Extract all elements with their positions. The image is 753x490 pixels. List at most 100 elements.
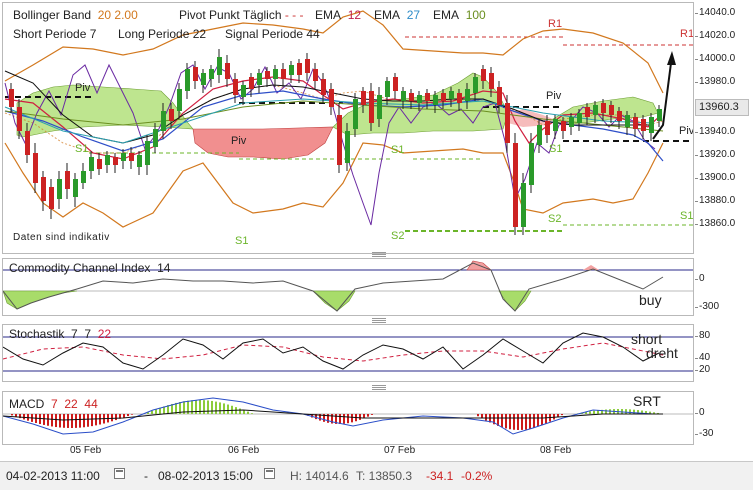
macd-histogram-bar [63,414,65,428]
macd-histogram-bar [525,414,527,430]
macd-histogram-bar [219,402,221,414]
macd-histogram-bar [59,414,61,427]
label-r1-b: R1 [680,28,694,40]
low-value: T: 13850.3 [356,469,412,483]
macd-histogram-bar [43,414,45,425]
macd-histogram-bar [509,414,511,429]
macd-histogram-bar [529,414,531,429]
macd-histogram-bar [485,414,487,421]
macd-histogram-bar [75,414,77,428]
axis-label: 0 [699,407,705,418]
legend-long: Long Periode 22 [118,27,206,41]
macd-histogram-bar [501,414,503,427]
calendar-icon[interactable] [264,468,275,479]
legend-ema-100: EMA 100 [433,8,486,22]
macd-histogram-bar [123,414,125,417]
macd-histogram-bar [211,401,213,414]
macd-histogram-bar [517,414,519,430]
axis-label: 14040.0 [699,7,735,18]
label-piv-b: Piv [231,135,246,147]
axis-label: 13880.0 [699,195,735,206]
legend-signal: Signal Periode 44 [225,27,320,41]
macd-histogram-bar [79,414,81,428]
macd-histogram-bar [247,412,249,414]
macd-histogram-bar [223,403,225,414]
cloud-red-piv [193,127,333,159]
date-label: 08 Feb [540,445,571,456]
main-price-axis: 14040.0 14020.0 14000.0 13980.0 13940.0 … [695,2,753,254]
stochastic-panel[interactable]: Stochastik 7 7 22 short dreht [2,324,694,382]
label-s2-a: S2 [548,213,561,225]
panel-resize-handle[interactable] [372,385,386,390]
macd-histogram-bar [111,414,113,421]
label-s2-b: S2 [391,230,404,242]
axis-label: 13940.0 [699,126,735,137]
axis-label: 14000.0 [699,53,735,64]
legend-ema-12: EMA 12 [315,8,361,22]
panel-resize-handle[interactable] [372,252,386,257]
macd-histogram-bar [127,414,129,416]
macd-histogram-bar [67,414,69,428]
date-axis: 05 Feb 06 Feb 07 Feb 08 Feb [2,445,694,459]
macd-histogram-bar [155,409,157,414]
current-price-tag: 13960.3 [695,99,749,116]
macd-histogram-bar [477,414,479,416]
axis-label: 80 [699,330,710,341]
range-end: 08-02-2013 15:00 [158,469,253,483]
label-s1-a: S1 [75,143,88,155]
cci-panel[interactable]: Commodity Channel Index 14 buy [2,258,694,316]
range-start: 04-02-2013 11:00 [6,469,100,483]
macd-histogram-bar [243,410,245,414]
macd-histogram-bar [625,409,627,414]
macd-histogram-bar [131,414,133,415]
legend-ema-27: EMA 27 [374,8,420,22]
macd-histogram-bar [339,414,341,424]
macd-histogram-bar [55,414,57,427]
axis-label: 14020.0 [699,30,735,41]
macd-histogram-bar [589,411,591,414]
date-label: 05 Feb [70,445,101,456]
macd-histogram-bar [541,414,543,425]
macd-title: MACD 7 22 44 [9,397,98,411]
macd-histogram-bar [351,414,353,422]
macd-histogram-bar [151,411,153,414]
change-value: -34.1 [426,469,453,483]
status-bar: 04-02-2013 11:00 - 08-02-2013 15:00 H: 1… [0,461,753,490]
axis-label: 20 [699,364,710,375]
macd-histogram-bar [239,409,241,414]
macd-histogram-bar [71,414,73,428]
macd-histogram-bar [115,414,117,420]
macd-histogram-bar [343,414,345,424]
label-s1-d: S1 [549,143,562,155]
change-percent: -0.2% [461,469,492,483]
macd-svg [3,392,694,445]
legend-bollinger: Bollinger Band 20 2.00 [13,8,138,22]
stoch-axis: 80 40 20 [695,324,753,382]
macd-histogram-bar [545,414,547,423]
macd-histogram-bar [537,414,539,427]
date-label: 06 Feb [228,445,259,456]
date-label: 07 Feb [384,445,415,456]
cci-axis: 0 -300 [695,258,753,316]
label-r1-a: R1 [548,18,562,30]
cci-annotation: buy [639,292,662,308]
macd-histogram-bar [215,402,217,414]
macd-panel[interactable]: MACD 7 22 44 SRT [2,391,694,445]
macd-histogram-bar [95,414,97,425]
macd-axis: 0 -30 [695,391,753,445]
axis-label: 40 [699,352,710,363]
macd-histogram-bar [633,410,635,414]
macd-histogram-bar [83,414,85,427]
panel-resize-handle[interactable] [372,318,386,323]
macd-histogram-bar [207,400,209,414]
disclaimer-text: Daten sind indikativ [13,232,110,243]
macd-histogram-bar [593,411,595,414]
macd-histogram-bar [629,409,631,414]
label-piv-d: Piv [679,125,694,137]
main-price-panel[interactable]: Bollinger Band 20 2.00 Pivot Punkt Tägli… [2,2,694,254]
calendar-icon[interactable] [114,468,125,479]
macd-histogram-bar [605,410,607,414]
macd-histogram-bar [87,414,89,427]
chart-window: Bollinger Band 20 2.00 Pivot Punkt Tägli… [0,0,753,489]
macd-histogram-bar [561,414,563,415]
